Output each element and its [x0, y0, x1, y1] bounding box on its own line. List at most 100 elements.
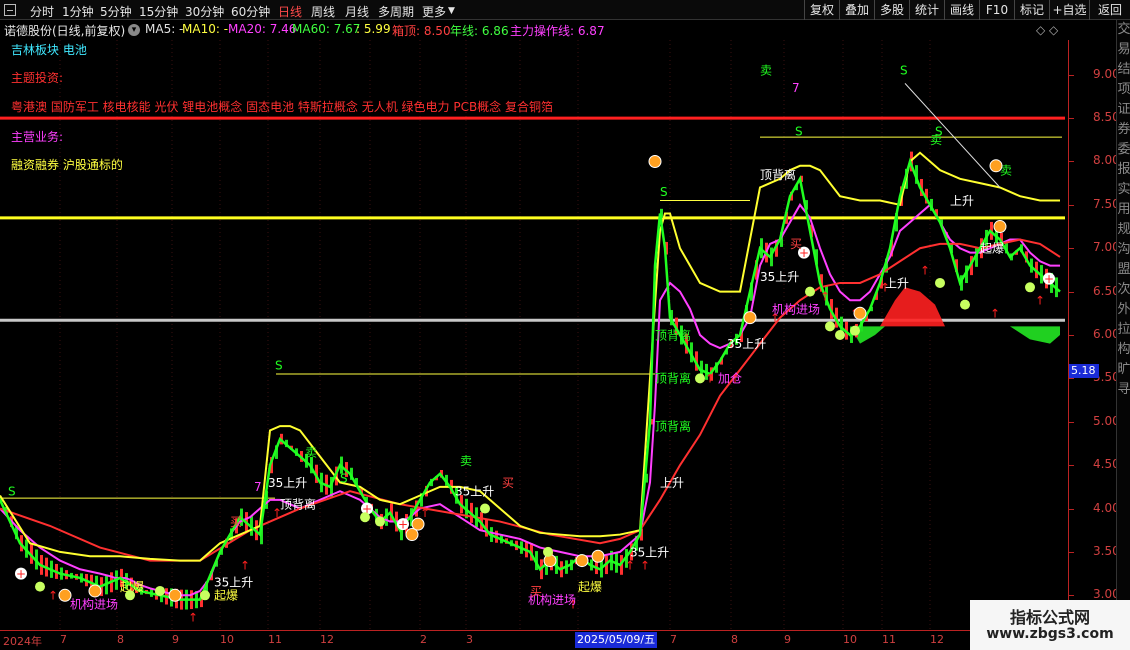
sell-signal-icon: S	[8, 485, 16, 499]
ma5-value: MA5: -	[145, 22, 184, 36]
date-tick: 8	[731, 633, 738, 646]
multi-stock-button[interactable]: 多股	[874, 0, 909, 20]
tab-timeframe-15min[interactable]: 15分钟	[139, 3, 178, 20]
date-tick: 12	[320, 633, 334, 646]
overlay-button[interactable]: 叠加	[839, 0, 874, 20]
coin-marker-icon	[591, 549, 605, 563]
sell-signal-icon: S	[340, 472, 348, 486]
coin-marker-icon	[853, 306, 867, 320]
price-tick-mark	[1069, 248, 1074, 250]
apple-marker-icon	[125, 590, 135, 601]
tab-timeframe-60min[interactable]: 60分钟	[231, 3, 270, 20]
buy-arrow-icon: ↑	[640, 558, 650, 572]
price-tick-mark	[1069, 465, 1074, 467]
window-controls[interactable]: ◇ ◇	[1036, 23, 1058, 37]
mark-button[interactable]: 标记	[1014, 0, 1049, 20]
current-date-label: 2025/05/09/五	[575, 632, 658, 648]
stats-button[interactable]: 统计	[909, 0, 944, 20]
current-price-label: 5.18	[1069, 364, 1099, 378]
buy-label: 买	[230, 515, 242, 529]
coin-marker-icon	[88, 584, 102, 598]
buy-arrow-icon: ↑	[1035, 294, 1045, 308]
apple-marker-icon	[935, 277, 945, 288]
apple-marker-icon	[850, 325, 860, 336]
tab-more[interactable]: 更多	[422, 3, 446, 20]
main-line-value: 主力操作线: 6.87	[510, 24, 605, 38]
add-watchlist-button[interactable]: +自选	[1049, 0, 1089, 20]
buy-arrow-icon: ↑	[48, 589, 58, 603]
tab-timeframe-weekly[interactable]: 周线	[311, 3, 335, 20]
sell-label: 卖	[760, 64, 772, 78]
right-side-panel[interactable]: 交易结项证券委报实用规沟盟次外拉构旷寻	[1116, 20, 1130, 630]
tab-timeframe-5min[interactable]: 5分钟	[100, 3, 132, 20]
buy-label: 买	[502, 476, 514, 490]
tab-timeframe-monthly[interactable]: 月线	[345, 3, 369, 20]
sell-signal-icon: S	[795, 124, 803, 138]
rise35-label: 35上升	[214, 576, 253, 590]
business-list: 融资融券 沪股通标的	[11, 158, 123, 172]
adjust-button[interactable]: 复权	[804, 0, 839, 20]
series-line-2	[0, 151, 1060, 562]
tab-timeframe-daily[interactable]: 日线	[278, 3, 302, 20]
buy-arrow-icon: ↑	[705, 372, 715, 386]
diverge-label: 顶背离	[655, 418, 691, 433]
tab-timeframe-1min[interactable]: 1分钟	[62, 3, 94, 20]
box-top-value: 箱顶: 8.50	[392, 24, 451, 38]
boom-label: 起爆	[578, 580, 602, 594]
business-label: 主营业务:	[11, 130, 64, 144]
f10-button[interactable]: F10	[979, 0, 1014, 20]
side-panel-char: 旷	[1117, 362, 1130, 377]
date-tick: 11	[882, 633, 896, 646]
watermark-url: www.zbgs3.com	[986, 626, 1114, 642]
watermark-title: 指标公式网	[1009, 608, 1090, 627]
menu-icon[interactable]	[4, 4, 16, 16]
buy-arrow-icon: ↑	[240, 558, 250, 572]
diverge-label: 顶背离	[280, 497, 316, 512]
side-panel-char: 构	[1117, 342, 1130, 357]
sell-label: 卖	[460, 454, 472, 468]
apple-marker-icon	[1025, 282, 1035, 293]
price-tick-mark	[1069, 291, 1074, 293]
side-panel-char: 次	[1117, 282, 1130, 297]
back-button[interactable]: 返回	[1089, 0, 1130, 20]
apple-marker-icon	[35, 581, 45, 592]
buy-label: 买	[530, 584, 542, 598]
chart-canvas: ↑↑↑↑↑↑↑↑↑↑↑↑↑↑↑↑↑SSSSSSS+++++起爆起爆起爆起爆35上…	[0, 40, 1065, 630]
tab-timeframe-fenshi[interactable]: 分时	[30, 3, 54, 20]
year-line-value: 年线: 6.86	[450, 24, 509, 38]
rise35-label: 35上升	[455, 485, 494, 499]
apple-marker-icon	[200, 590, 210, 601]
apple-marker-icon	[695, 373, 705, 384]
ma20-value: MA20: 7.46	[228, 22, 297, 36]
buy-arrow-icon: ↑	[625, 558, 635, 572]
chevron-down-icon[interactable]: ▼	[448, 6, 455, 16]
side-panel-char: 委	[1117, 142, 1130, 157]
price-axis: 9.00 8.50 8.00 7.50 7.00 6.50 6.00 5.50 5.00 4.50…	[1068, 40, 1120, 630]
price-tick-mark	[1069, 595, 1074, 597]
ma60-value: MA60: 7.67	[292, 22, 361, 36]
side-panel-char: 用	[1117, 202, 1130, 217]
apple-marker-icon	[835, 330, 845, 340]
price-tick-mark	[1069, 161, 1074, 163]
chevron-down-icon[interactable]: ▾	[128, 24, 140, 36]
sell-signal-icon: S	[275, 359, 283, 373]
apple-marker-icon	[480, 503, 490, 514]
buy-label: 买	[790, 237, 802, 251]
top-toolbar: 分时 1分钟 5分钟 15分钟 30分钟 60分钟 日线 周线 月线 多周期 更…	[0, 0, 1130, 20]
side-panel-char: 盟	[1117, 262, 1130, 277]
rise35-label: 35上升	[727, 337, 766, 351]
apple-marker-icon	[155, 585, 165, 596]
sell-label: 卖	[930, 133, 942, 147]
kline-chart[interactable]: ↑↑↑↑↑↑↑↑↑↑↑↑↑↑↑↑↑SSSSSSS+++++起爆起爆起爆起爆35上…	[0, 40, 1068, 630]
draw-line-button[interactable]: 画线	[944, 0, 979, 20]
date-tick: 2024年	[3, 635, 42, 648]
boom-label: 起爆	[980, 242, 1004, 256]
tab-timeframe-multi[interactable]: 多周期	[378, 3, 414, 20]
buy-arrow-icon: ↑	[820, 289, 830, 303]
stock-title: 诺德股份(日线,前复权)	[4, 24, 126, 38]
extra-value: : 5.99	[356, 22, 391, 36]
tab-timeframe-30min[interactable]: 30分钟	[185, 3, 224, 20]
price-tick-mark	[1069, 335, 1074, 336]
coin-marker-icon	[993, 220, 1007, 234]
sell-signal-icon: S	[900, 64, 908, 78]
